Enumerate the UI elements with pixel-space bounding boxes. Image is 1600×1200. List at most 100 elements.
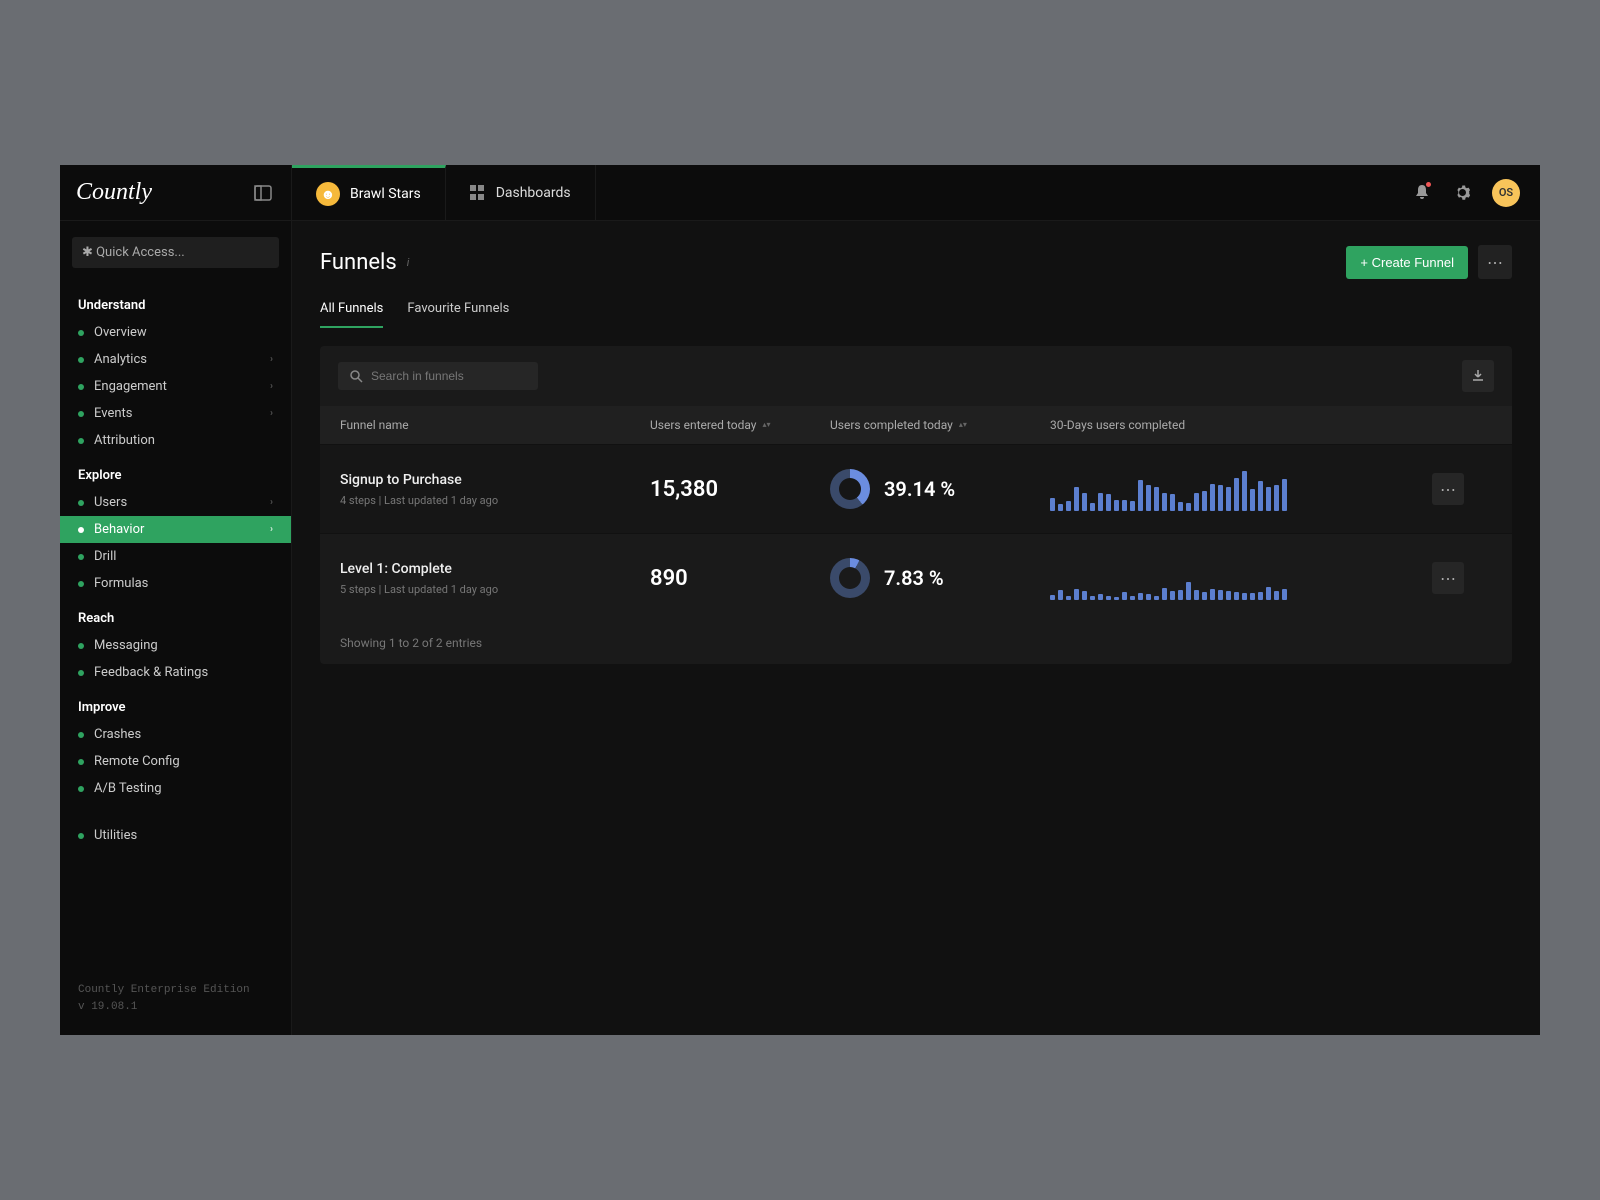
nav-section-title: Reach: [60, 597, 291, 632]
create-funnel-button[interactable]: + Create Funnel: [1346, 246, 1468, 279]
download-button[interactable]: [1462, 360, 1494, 392]
nav-dot-icon: [78, 554, 84, 560]
page-tabs: All Funnels Favourite Funnels: [320, 291, 1512, 328]
main-area: ☻ Brawl Stars Dashboards OS Funnels: [292, 165, 1540, 1035]
chevron-right-icon: ›: [270, 354, 273, 365]
users-entered-value: 15,380: [650, 477, 830, 502]
panel-footer: Showing 1 to 2 of 2 entries: [320, 622, 1512, 664]
completion-donut-chart: [830, 558, 870, 598]
sidebar-item-engagement[interactable]: Engagement›: [60, 373, 291, 400]
sidebar-item-attribution[interactable]: Attribution: [60, 427, 291, 454]
sidebar-item-drill[interactable]: Drill: [60, 543, 291, 570]
settings-button[interactable]: [1452, 183, 1472, 203]
sidebar-item-a-b-testing[interactable]: A/B Testing: [60, 775, 291, 802]
users-completed-cell: 39.14 %: [830, 469, 1050, 509]
tab-dashboards[interactable]: Dashboards: [446, 165, 596, 221]
nav-dot-icon: [78, 357, 84, 363]
sidebar-item-crashes[interactable]: Crashes: [60, 721, 291, 748]
tab-app-label: Brawl Stars: [350, 186, 421, 202]
sort-icon: ▴▾: [762, 421, 770, 429]
nav-item-label: Messaging: [94, 638, 158, 653]
tab-app[interactable]: ☻ Brawl Stars: [292, 165, 446, 221]
funnel-name: Signup to Purchase: [340, 472, 650, 488]
tab-dashboards-label: Dashboards: [496, 185, 571, 201]
sidebar-item-analytics[interactable]: Analytics ›: [60, 346, 291, 373]
table-row[interactable]: Signup to Purchase 4 steps | Last updated…: [320, 444, 1512, 533]
nav-item-label: Analytics: [94, 352, 147, 367]
sidebar-item-formulas[interactable]: Formulas: [60, 570, 291, 597]
nav-item-label: Attribution: [94, 433, 155, 448]
sidebar-item-utilities[interactable]: Utilities: [60, 822, 291, 849]
sparkline-chart: [1050, 467, 1432, 511]
col-funnel-name[interactable]: Funnel name: [340, 418, 650, 432]
col-users-completed[interactable]: Users completed today▴▾: [830, 418, 1050, 432]
table-body: Signup to Purchase 4 steps | Last updated…: [320, 444, 1512, 622]
row-more-button[interactable]: ⋯: [1432, 562, 1464, 594]
col-users-entered[interactable]: Users entered today▴▾: [650, 418, 830, 432]
chevron-right-icon: ›: [270, 524, 273, 535]
col-30-days[interactable]: 30-Days users completed: [1050, 418, 1432, 432]
topbar: ☻ Brawl Stars Dashboards OS: [292, 165, 1540, 221]
nav-dot-icon: [78, 833, 84, 839]
notification-dot-icon: [1426, 182, 1431, 187]
nav-section-title: Explore: [60, 454, 291, 489]
nav-dot-icon: [78, 759, 84, 765]
nav-item-label: Overview: [94, 325, 147, 340]
header-actions: + Create Funnel ⋯: [1346, 245, 1512, 279]
sidebar-item-feedback-ratings[interactable]: Feedback & Ratings: [60, 659, 291, 686]
version-label: v 19.08.1: [78, 999, 273, 1016]
topbar-right: OS: [1412, 179, 1540, 207]
nav-dot-icon: [78, 581, 84, 587]
sidebar-header: Countly: [60, 165, 291, 221]
nav-dot-icon: [78, 411, 84, 417]
nav-dot-icon: [78, 384, 84, 390]
sidebar-item-events[interactable]: Events›: [60, 400, 291, 427]
search-input[interactable]: [371, 369, 526, 383]
edition-label: Countly Enterprise Edition: [78, 982, 273, 999]
page-title: Funnels: [320, 250, 397, 275]
sidebar-item-overview[interactable]: Overview: [60, 319, 291, 346]
info-icon[interactable]: i: [407, 256, 410, 269]
nav-dot-icon: [78, 500, 84, 506]
funnels-panel: Funnel name Users entered today▴▾ Users …: [320, 346, 1512, 664]
bell-icon: [1414, 184, 1430, 201]
table-row[interactable]: Level 1: Complete5 steps | Last updated …: [320, 533, 1512, 622]
row-more-button[interactable]: ⋯: [1432, 473, 1464, 505]
nav-dot-icon: [78, 527, 84, 533]
notifications-button[interactable]: [1412, 183, 1432, 203]
sidebar-item-users[interactable]: Users ›: [60, 489, 291, 516]
brand-logo: Countly: [76, 179, 152, 206]
sidebar-item-remote-config[interactable]: Remote Config: [60, 748, 291, 775]
header-more-button[interactable]: ⋯: [1478, 245, 1512, 279]
users-completed-cell: 7.83 %: [830, 558, 1050, 598]
nav-item-label: Formulas: [94, 576, 148, 591]
nav-item-label: Users: [94, 495, 127, 510]
nav-item-label: Engagement: [94, 379, 167, 394]
sidebar-footer: Countly Enterprise Edition v 19.08.1: [60, 966, 291, 1035]
nav-item-label: Remote Config: [94, 754, 180, 769]
chevron-right-icon: ›: [270, 497, 273, 508]
gear-icon: [1454, 184, 1471, 201]
completion-donut-chart: [830, 469, 870, 509]
sidebar-nav: UnderstandOverviewAnalytics›Engagement›E…: [60, 276, 291, 966]
nav-dot-icon: [78, 438, 84, 444]
download-icon: [1471, 369, 1485, 383]
funnel-meta: 4 steps | Last updated 1 day ago: [340, 494, 650, 507]
sidebar-item-behavior[interactable]: Behavior ›: [60, 516, 291, 543]
dashboard-icon: [470, 185, 486, 201]
page: Funnels i + Create Funnel ⋯ All Funnels …: [292, 221, 1540, 1035]
avatar[interactable]: OS: [1492, 179, 1520, 207]
page-header: Funnels i + Create Funnel ⋯: [320, 245, 1512, 279]
nav-dot-icon: [78, 670, 84, 676]
search-icon: [350, 370, 363, 383]
completion-percent: 7.83 %: [884, 566, 944, 590]
tab-all-funnels[interactable]: All Funnels: [320, 291, 383, 328]
tab-favourite-funnels[interactable]: Favourite Funnels: [407, 291, 509, 328]
sidebar: Countly ✱ Quick Access... UnderstandOver…: [60, 165, 292, 1035]
nav-item-label: Behavior: [94, 522, 144, 537]
nav-item-label: Drill: [94, 549, 116, 564]
sidebar-item-messaging[interactable]: Messaging: [60, 632, 291, 659]
sidebar-collapse-button[interactable]: [251, 181, 275, 205]
search-container: [338, 362, 538, 390]
quick-access-button[interactable]: ✱ Quick Access...: [72, 237, 279, 268]
